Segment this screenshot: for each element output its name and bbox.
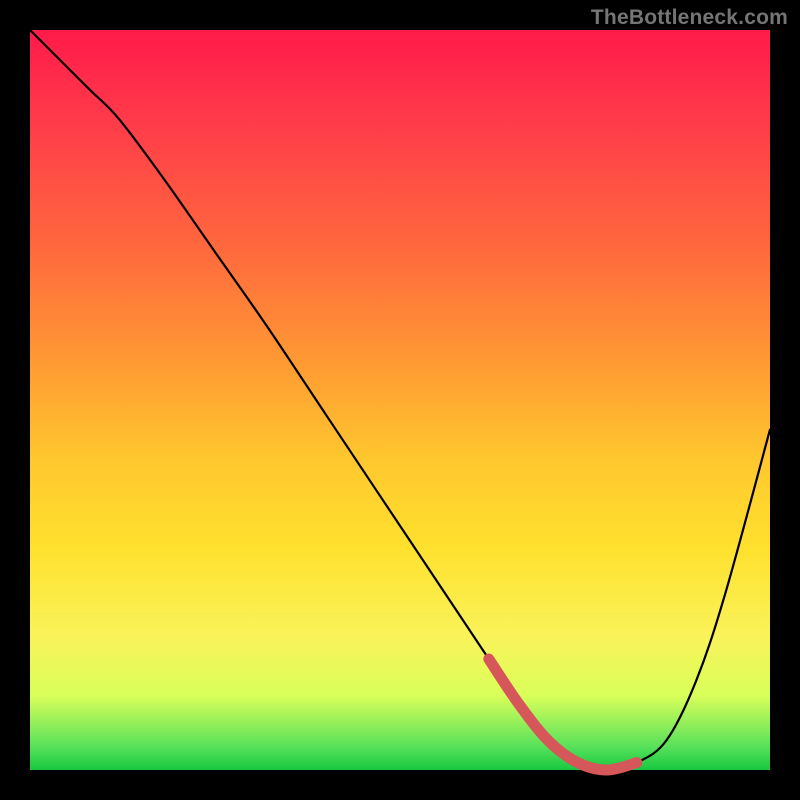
chart-frame: TheBottleneck.com [0, 0, 800, 800]
watermark-text: TheBottleneck.com [591, 6, 788, 30]
bottleneck-curve [30, 30, 770, 770]
optimal-range-highlight [489, 659, 637, 770]
curve-svg [30, 30, 770, 770]
plot-area [30, 30, 770, 770]
